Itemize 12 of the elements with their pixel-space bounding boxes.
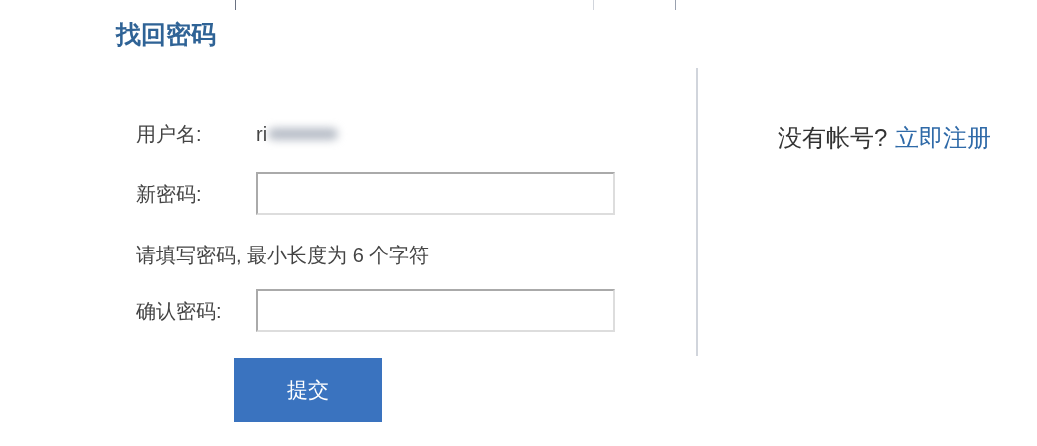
password-hint: 请填写密码, 最小长度为 6 个字符: [136, 243, 431, 268]
redaction-mark: [268, 128, 339, 140]
page-title: 找回密码: [116, 19, 216, 50]
register-link[interactable]: 立即注册: [895, 120, 992, 156]
field-label: 用户名:: [136, 122, 203, 147]
field-label: 确认密码:: [136, 298, 223, 324]
submit-button[interactable]: 提交: [234, 358, 382, 422]
password-field[interactable]: [256, 289, 615, 332]
username-value: ri: [256, 122, 268, 147]
password-field[interactable]: [256, 172, 615, 215]
field-label: 新密码:: [136, 181, 203, 207]
signup-prompt: 没有帐号?: [778, 123, 888, 153]
